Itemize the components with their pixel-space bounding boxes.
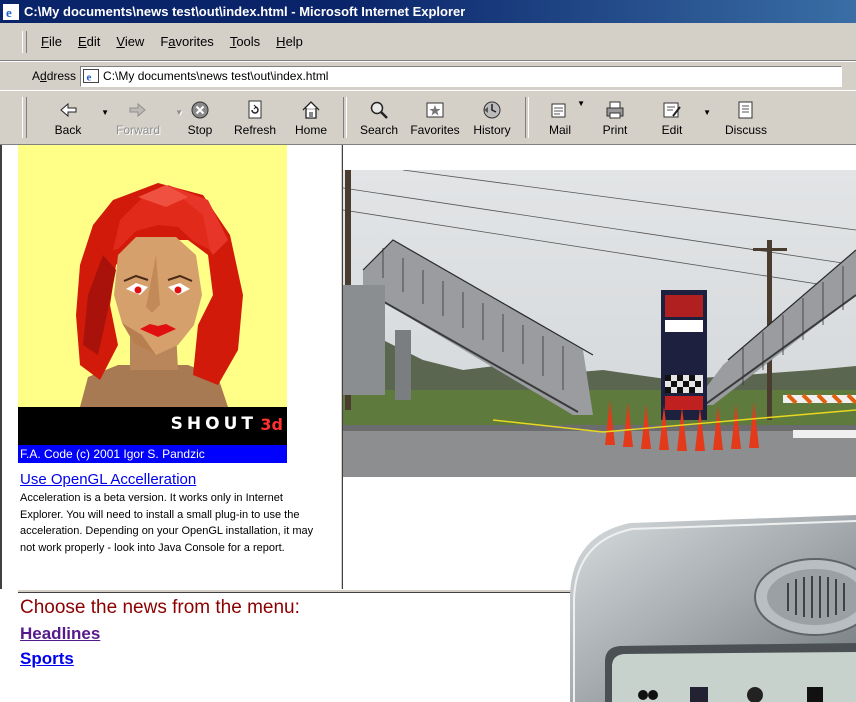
svg-text:e: e — [87, 72, 92, 84]
ie-app-icon: e — [3, 3, 19, 20]
avatar-head-image — [76, 183, 243, 407]
history-button[interactable]: History — [465, 91, 519, 144]
menu-bar: File Edit View Favorites Tools Help — [0, 23, 856, 61]
back-arrow-icon — [60, 102, 77, 117]
print-icon — [606, 101, 624, 118]
mobile-phone-image — [570, 515, 856, 702]
mail-icon — [551, 103, 566, 117]
history-icon — [483, 101, 501, 118]
svg-text:e: e — [6, 5, 12, 20]
edit-icon — [663, 102, 681, 117]
menu-file[interactable]: File — [41, 34, 62, 49]
home-button[interactable]: Home — [285, 91, 337, 144]
forward-button[interactable]: Forward ▼ — [101, 91, 183, 144]
news-menu-title: Choose the news from the menu: — [20, 597, 300, 618]
forward-arrow-icon — [129, 102, 146, 117]
search-icon — [370, 101, 388, 119]
menu-help[interactable]: Help — [276, 34, 303, 49]
menu-view[interactable]: View — [116, 34, 144, 49]
news-photo — [343, 170, 856, 477]
toolbar-separator — [343, 97, 347, 138]
mail-dropdown-icon[interactable]: ▼ — [577, 99, 585, 108]
address-input[interactable]: e C:\My documents\news test\out\index.ht… — [80, 65, 843, 87]
print-button[interactable]: Print — [585, 91, 645, 144]
address-bar: Address e C:\My documents\news test\out\… — [0, 61, 856, 91]
discuss-button[interactable]: Discuss — [713, 91, 779, 144]
ie-page-icon: e — [83, 69, 100, 84]
menu-edit[interactable]: Edit — [78, 34, 100, 49]
favorites-icon — [426, 102, 444, 117]
address-label: Address — [32, 69, 77, 83]
discuss-icon — [738, 101, 753, 118]
home-icon — [302, 100, 320, 119]
stop-icon — [191, 101, 209, 118]
toolbar-grip[interactable] — [22, 97, 27, 138]
edit-button[interactable]: Edit ▼ — [645, 91, 711, 144]
refresh-icon — [248, 100, 262, 118]
window-title: C:\My documents\news test\out\index.html… — [24, 4, 466, 19]
menu-favorites[interactable]: Favorites — [160, 34, 213, 49]
mail-button[interactable]: Mail ▼ — [535, 91, 585, 144]
back-button[interactable]: Back ▼ — [35, 91, 109, 144]
title-bar: e C:\My documents\news test\out\index.ht… — [0, 0, 856, 23]
sports-link[interactable]: Sports — [20, 649, 74, 669]
shout3d-logo: SHOUT — [170, 414, 257, 434]
favorites-button[interactable]: Favorites — [405, 91, 465, 144]
applet-credit: F.A. Code (c) 2001 Igor S. Pandzic — [18, 445, 287, 463]
refresh-button[interactable]: Refresh — [225, 91, 285, 144]
standard-toolbar: Back ▼ Forward ▼ Stop Refresh Home Searc… — [0, 90, 856, 146]
edit-dropdown-icon[interactable]: ▼ — [703, 108, 711, 117]
search-button[interactable]: Search — [353, 91, 405, 144]
page-content: SHOUT 3d F.A. Code (c) 2001 Igor S. Pand… — [0, 145, 856, 702]
shout3d-logo-3d: 3d — [260, 415, 283, 434]
address-url: C:\My documents\news test\out\index.html — [103, 69, 329, 83]
menu-tools[interactable]: Tools — [230, 34, 260, 49]
stop-button[interactable]: Stop — [175, 91, 225, 144]
shout3d-applet[interactable]: SHOUT 3d F.A. Code (c) 2001 Igor S. Pand… — [18, 145, 287, 463]
opengl-acceleration-link[interactable]: Use OpenGL Accelleration — [20, 471, 196, 488]
toolbar-separator — [525, 97, 529, 138]
opengl-description: Acceleration is a beta version. It works… — [20, 492, 314, 554]
headlines-link[interactable]: Headlines — [20, 624, 100, 644]
menubar-grip[interactable] — [22, 30, 27, 53]
